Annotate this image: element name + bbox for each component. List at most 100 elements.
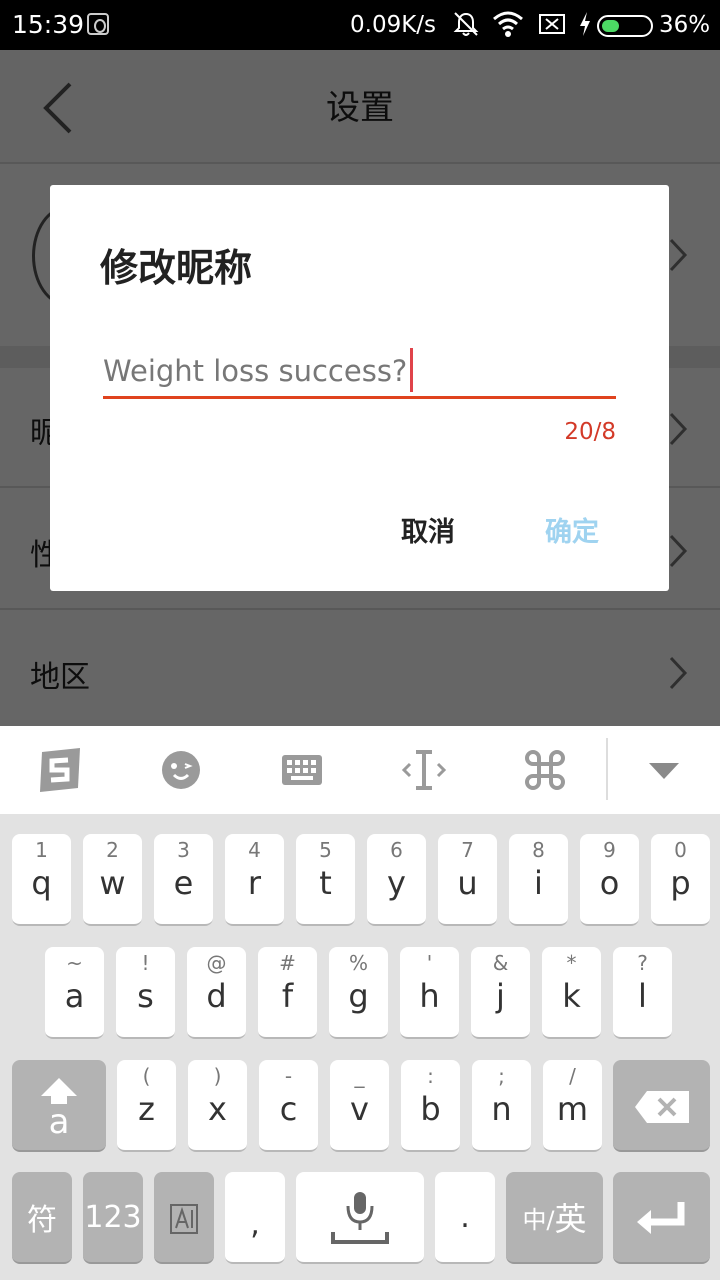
key-d[interactable]: @ d: [187, 947, 246, 1039]
language-switch-key[interactable]: 中/英: [506, 1172, 603, 1264]
key-secondary-label: !: [141, 951, 150, 975]
key-primary-label: y: [387, 864, 406, 902]
key-z[interactable]: (z: [117, 1060, 176, 1152]
nickname-input-wrapper: [103, 345, 616, 399]
cursor-move-icon[interactable]: [398, 744, 450, 796]
battery-percent: 36%: [659, 12, 711, 38]
text-input-mode-icon: [170, 1204, 198, 1234]
key-secondary-label: 3: [177, 838, 190, 862]
key-secondary-label: 8: [532, 838, 545, 862]
key-secondary-label: 2: [106, 838, 119, 862]
period-label: .: [460, 1199, 470, 1235]
confirm-button[interactable]: 确定: [545, 510, 599, 549]
keyboard-icon[interactable]: [276, 744, 328, 796]
key-primary-label: t: [319, 864, 332, 902]
backspace-icon: [635, 1091, 689, 1123]
key-primary-label: l: [638, 977, 647, 1015]
key-primary-label: g: [348, 977, 369, 1015]
key-b[interactable]: :b: [401, 1060, 460, 1152]
key-e[interactable]: 3e: [154, 834, 213, 926]
key-h[interactable]: ' h: [400, 947, 459, 1039]
symbols-label: 符: [27, 1203, 57, 1238]
status-time: 15:39: [12, 10, 85, 39]
key-v[interactable]: _ v: [330, 1060, 389, 1152]
key-a[interactable]: ~ a: [45, 947, 104, 1039]
wifi-icon: [493, 11, 523, 37]
dialog-title: 修改昵称: [100, 246, 253, 290]
shift-key[interactable]: a: [12, 1060, 106, 1152]
command-icon[interactable]: [519, 744, 571, 796]
key-primary-label: k: [562, 977, 581, 1015]
period-key[interactable]: .: [435, 1172, 495, 1264]
key-primary-label: w: [99, 864, 126, 902]
key-primary-label: f: [281, 977, 294, 1015]
key-primary-label: s: [137, 977, 154, 1015]
charging-icon: [580, 12, 590, 36]
key-y[interactable]: 6y: [367, 834, 426, 926]
key-secondary-label: &: [492, 951, 509, 975]
nickname-input[interactable]: [103, 349, 616, 393]
key-primary-label: u: [457, 864, 478, 902]
enter-key[interactable]: [613, 1172, 710, 1264]
key-primary-label: a: [64, 977, 85, 1015]
key-primary-label: q: [31, 864, 52, 902]
key-primary-label: j: [496, 977, 505, 1015]
key-secondary-label: 0: [674, 838, 687, 862]
key-o[interactable]: 9o: [580, 834, 639, 926]
key-m[interactable]: / m: [543, 1060, 602, 1152]
character-counter: 20/8: [564, 419, 616, 445]
input-mode-key[interactable]: [154, 1172, 214, 1264]
collapse-icon[interactable]: [638, 744, 690, 796]
key-j[interactable]: & j: [471, 947, 530, 1039]
key-secondary-label: %: [348, 951, 368, 975]
key-u[interactable]: 7u: [438, 834, 497, 926]
key-c[interactable]: -c: [259, 1060, 318, 1152]
key-primary-label: e: [173, 864, 194, 902]
key-k[interactable]: * k: [542, 947, 601, 1039]
key-primary-label: m: [556, 1090, 589, 1128]
space-voice-key[interactable]: [296, 1172, 424, 1264]
key-x[interactable]: ) x: [188, 1060, 247, 1152]
key-s[interactable]: ! s: [116, 947, 175, 1039]
key-secondary-label: (: [142, 1064, 151, 1088]
key-p[interactable]: 0p: [651, 834, 710, 926]
key-primary-label: z: [138, 1090, 155, 1128]
key-g[interactable]: % g: [329, 947, 388, 1039]
key-secondary-label: 7: [461, 838, 474, 862]
key-w[interactable]: 2w: [83, 834, 142, 926]
key-secondary-label: *: [566, 951, 577, 975]
shift-letter: a: [48, 1102, 70, 1142]
comma-key[interactable]: ,: [225, 1172, 285, 1264]
backspace-key[interactable]: [613, 1060, 710, 1152]
microphone-icon: [331, 1192, 389, 1244]
key-t[interactable]: 5t: [296, 834, 355, 926]
key-f[interactable]: # f: [258, 947, 317, 1039]
lang-zh-label: 中/: [522, 1205, 555, 1234]
key-secondary-label: /: [569, 1064, 576, 1088]
key-secondary-label: ~: [66, 951, 83, 975]
text-cursor: [410, 348, 413, 392]
numbers-key[interactable]: 123: [83, 1172, 143, 1264]
edit-nickname-dialog: 修改昵称 20/8 取消 确定: [50, 185, 669, 591]
key-n[interactable]: ; n: [472, 1060, 531, 1152]
key-secondary-label: ;: [498, 1064, 505, 1088]
key-secondary-label: 4: [248, 838, 261, 862]
key-secondary-label: ): [213, 1064, 222, 1088]
emoji-icon[interactable]: [155, 744, 207, 796]
key-primary-label: b: [420, 1090, 441, 1128]
key-secondary-label: ?: [637, 951, 648, 975]
language-label: 中/英: [506, 1172, 603, 1262]
key-l[interactable]: ? l: [613, 947, 672, 1039]
key-primary-label: d: [206, 977, 227, 1015]
key-secondary-label: @: [206, 951, 227, 975]
cancel-button[interactable]: 取消: [401, 510, 455, 549]
key-q[interactable]: 1q: [12, 834, 71, 926]
key-secondary-label: 1: [35, 838, 48, 862]
sogou-logo-icon[interactable]: [34, 744, 86, 796]
symbols-key[interactable]: 符: [12, 1172, 72, 1264]
soft-keyboard: a 符 123 , . 中/英 1 q 2 w 3 e 4 r 5 t 6 y …: [0, 814, 720, 1280]
bell-muted-icon: [453, 12, 479, 36]
key-secondary-label: ': [426, 951, 433, 975]
key-r[interactable]: 4r: [225, 834, 284, 926]
key-i[interactable]: 8i: [509, 834, 568, 926]
